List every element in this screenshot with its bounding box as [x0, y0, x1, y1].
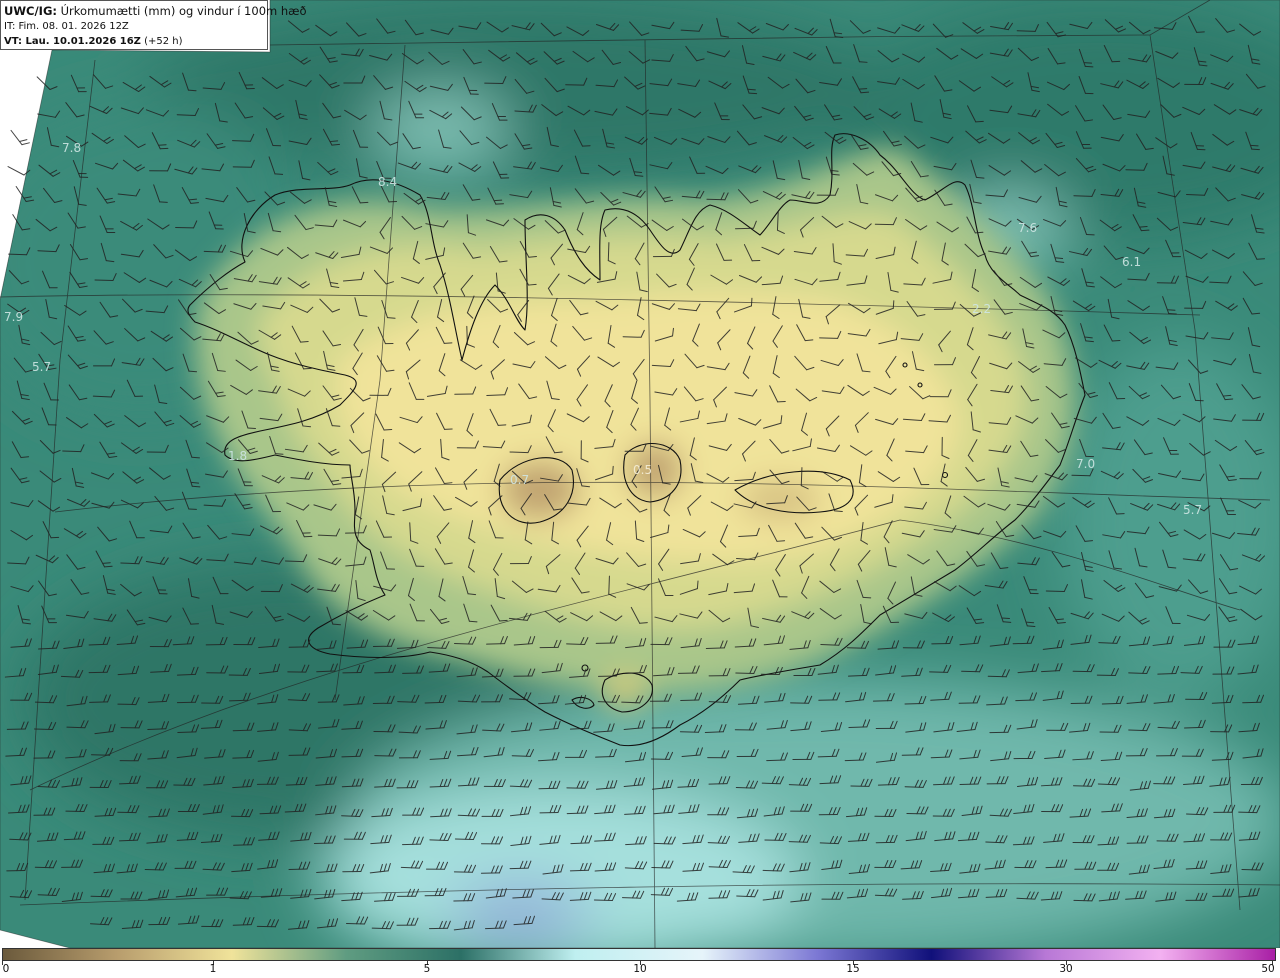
colorbar-tick-label: 15: [846, 963, 860, 975]
map-value-label: 7.6: [1018, 221, 1037, 235]
colorbar-strip: [2, 948, 1276, 961]
colorbar-tick-label: 50: [1261, 963, 1275, 975]
colorbar-tick-label: 10: [633, 963, 647, 975]
map-value-label: 7.0: [1076, 457, 1095, 471]
map-title-box: UWC/IG: Úrkomumætti (mm) og vindur í 100…: [0, 0, 307, 50]
map-value-label: 1.8: [228, 449, 247, 463]
colorbar: 0 1 5 10 15 30 50: [0, 948, 1280, 978]
map-value-label: 8.4: [378, 175, 397, 189]
precipitation-map: 7.8 8.4 7.9 5.7 1.8 0.7 0.5 7.6 6.1 2.2 …: [0, 0, 1280, 948]
map-title: Úrkomumætti (mm) og vindur í 100m hæð: [60, 4, 307, 18]
map-value-label: 5.7: [1183, 503, 1202, 517]
map-value-label: 6.1: [1122, 255, 1141, 269]
map-viewer: 7.8 8.4 7.9 5.7 1.8 0.7 0.5 7.6 6.1 2.2 …: [0, 0, 1280, 978]
init-time: IT: Fim. 08. 01. 2026 12Z: [4, 21, 129, 32]
map-value-label: 7.9: [4, 310, 23, 324]
model-name: UWC/IG:: [4, 4, 57, 18]
colorbar-tick-label: 1: [209, 963, 217, 975]
map-value-label: 0.5: [633, 463, 652, 477]
colorbar-tick-label: 0: [2, 963, 10, 975]
valid-time: VT: Lau. 10.01.2026 16Z: [4, 36, 141, 47]
map-value-label: 0.7: [510, 473, 529, 487]
colorbar-tick-label: 30: [1059, 963, 1073, 975]
forecast-offset: (+52 h): [144, 36, 183, 47]
map-value-label: 5.7: [32, 360, 51, 374]
map-value-label: 7.8: [62, 141, 81, 155]
colorbar-tick-label: 5: [423, 963, 431, 975]
map-value-label: 2.2: [972, 302, 991, 316]
